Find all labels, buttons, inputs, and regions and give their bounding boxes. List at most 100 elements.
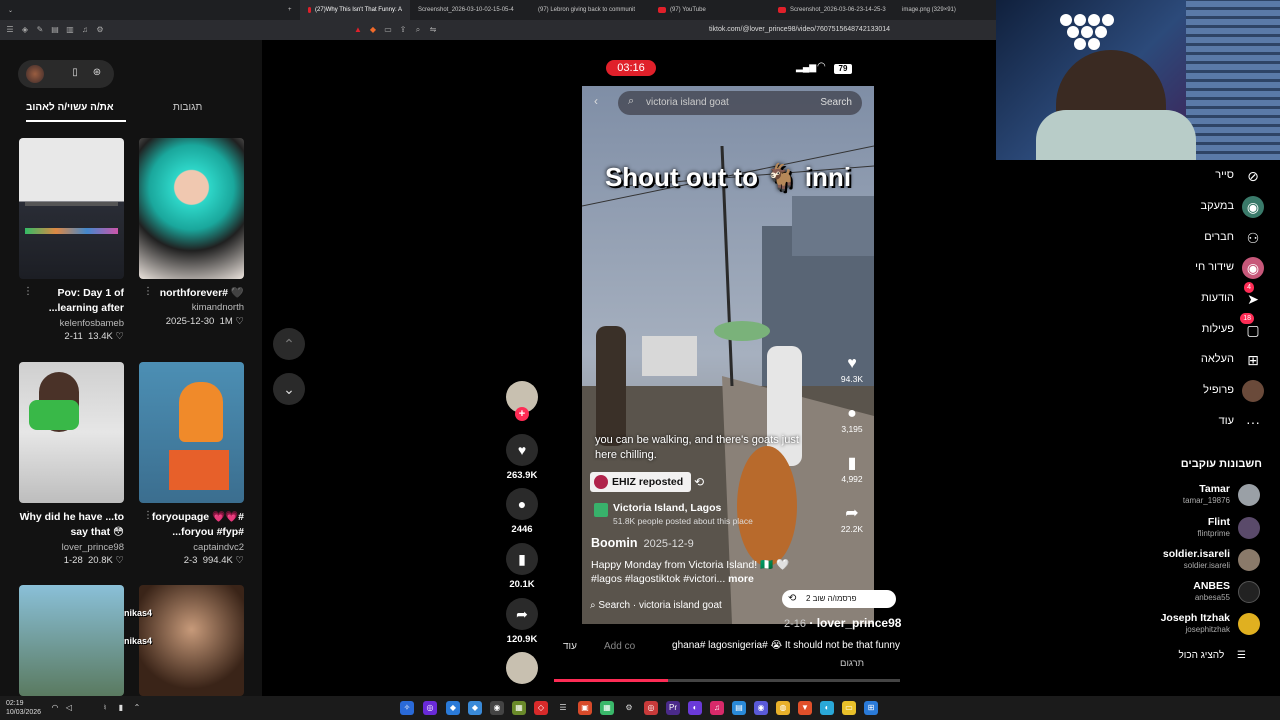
repost-badge[interactable]: EHIZ reposted <box>590 472 692 492</box>
following-account[interactable]: soldier.isareli soldier.isareli <box>1110 546 1260 574</box>
pinned-app-icon[interactable]: ✧ <box>400 701 414 715</box>
screenshot-icon[interactable]: ▭ <box>383 25 393 35</box>
pinned-app-icon[interactable]: ▼ <box>798 701 812 715</box>
video-author[interactable]: lover_prince98 <box>19 542 124 553</box>
pinned-app-icon[interactable]: ♫ <box>710 701 724 715</box>
pinned-app-icon[interactable]: ◆ <box>446 701 460 715</box>
video-like-action[interactable]: ♥ 94.3K <box>832 354 872 384</box>
previous-video-button[interactable]: ⌃ <box>273 328 305 360</box>
pinned-app-icon[interactable]: ⊞ <box>864 701 878 715</box>
video-search-bar[interactable]: ⌕ victoria island goat Search <box>618 91 862 115</box>
shield-icon[interactable]: ◈ <box>20 25 30 35</box>
settings-icon[interactable]: ⊛ <box>90 66 104 80</box>
pinned-app-icon[interactable]: ◇ <box>534 701 548 715</box>
post-author[interactable]: 2-16 · lover_prince98 <box>784 616 901 630</box>
video-card[interactable]: ⋮ Pov: Day 1 of ...learning after kelenf… <box>19 138 124 342</box>
more-link[interactable]: more <box>728 573 754 585</box>
pinned-app-icon[interactable]: ◐ <box>688 701 702 715</box>
comment-action[interactable]: ● 2446 <box>501 488 543 535</box>
video-thumbnail[interactable] <box>19 362 124 503</box>
author-name[interactable]: Boomin <box>591 536 638 550</box>
share-icon[interactable]: ➦ <box>832 504 872 524</box>
video-thumbnail[interactable] <box>139 362 244 503</box>
pinned-app-icon[interactable]: ▦ <box>600 701 614 715</box>
shared-by-pill[interactable]: ⟲ 2 פרסמו/ה שוב <box>782 590 896 608</box>
pinned-app-icon[interactable]: ◆ <box>468 701 482 715</box>
video-title[interactable]: Why did he have ...to say that 😳 <box>19 510 124 540</box>
following-account[interactable]: ANBES anbesa55 <box>1110 578 1260 606</box>
back-icon[interactable]: ‹ <box>594 94 598 108</box>
following-account[interactable]: Flint flintprime <box>1110 514 1260 542</box>
location-tag[interactable]: Victoria Island, Lagos 51.8K people post… <box>590 500 790 528</box>
next-video-button[interactable]: ⌄ <box>273 373 305 405</box>
browser-tab[interactable]: (97) Lebron giving back to communit <box>530 0 650 20</box>
bookmark-icon[interactable]: ▮ <box>832 454 872 474</box>
following-account[interactable]: Tamar tamar_19876 <box>1110 481 1260 509</box>
following-account[interactable]: Joseph Itzhak josephitzhak <box>1110 610 1260 638</box>
nav-explore[interactable]: סייר ⊘ <box>1124 165 1264 189</box>
pinned-app-icon[interactable]: ◎ <box>644 701 658 715</box>
share-icon[interactable]: ➦ <box>506 598 538 630</box>
video-title[interactable]: northforever# 🖤 <box>139 286 244 301</box>
browser-tab[interactable]: Screenshot_2026-03-06-23-14-25-3 <box>770 0 894 20</box>
reading-icon[interactable]: ▥ <box>65 25 75 35</box>
pinned-app-icon[interactable]: Pr <box>666 701 680 715</box>
alert-icon[interactable]: ▲ <box>353 25 363 35</box>
nav-more[interactable]: עוד ··· <box>1124 411 1264 435</box>
heart-icon[interactable]: ♥ <box>506 434 538 466</box>
search-query[interactable]: victoria island goat <box>646 97 729 108</box>
sidebar-icon[interactable]: ▤ <box>50 25 60 35</box>
menu-icon[interactable]: ☰ <box>5 25 15 35</box>
new-tab-button[interactable]: + <box>288 7 292 13</box>
comment-icon[interactable]: ● <box>506 488 538 520</box>
show-all-link[interactable]: להציג הכול ☰ <box>1178 650 1246 661</box>
nav-activity[interactable]: פעילות ▢ 18 <box>1124 313 1264 343</box>
nav-friends[interactable]: חברים ⚇ <box>1124 227 1264 251</box>
tab-comments[interactable]: תגובות <box>173 102 202 113</box>
save-action[interactable]: ▮ 20.1K <box>501 543 543 590</box>
video-author[interactable]: captaindvc2 <box>139 542 244 553</box>
video-progress-bar[interactable] <box>554 679 900 682</box>
nav-messages[interactable]: הודעות ➤ 4 <box>1124 282 1264 312</box>
browser-tab-active[interactable]: (27)Why This Isn't That Funny: A <box>300 0 410 20</box>
pinned-app-icon[interactable]: ⚙ <box>622 701 636 715</box>
brave-icon[interactable]: ◆ <box>368 25 378 35</box>
video-title[interactable]: foryoupage 💗💗# ...foryou #fyp# <box>139 510 244 540</box>
battery-icon[interactable]: ▮ <box>114 701 128 715</box>
username[interactable]: lover_prince98 <box>817 616 902 630</box>
video-thumbnail[interactable] <box>19 138 124 279</box>
pinned-app-icon[interactable]: ◍ <box>776 701 790 715</box>
follow-plus-icon[interactable]: + <box>515 407 529 421</box>
url-field[interactable]: tiktok.com/@lover_prince98/video/7607515… <box>709 26 890 33</box>
nav-live[interactable]: שידור חי ◉ <box>1124 257 1264 281</box>
heart-icon[interactable]: ♥ <box>832 354 872 374</box>
video-title[interactable]: Pov: Day 1 of ...learning after <box>19 286 124 316</box>
share-icon[interactable]: ⇪ <box>398 25 408 35</box>
nav-profile[interactable]: פרופיל <box>1124 380 1264 404</box>
creator-avatar[interactable]: + <box>501 381 543 421</box>
video-save-action[interactable]: ▮ 4,992 <box>832 454 872 484</box>
mic-icon[interactable]: ♮ <box>98 701 112 715</box>
video-author[interactable]: kelenfosbameb <box>19 318 124 329</box>
bookmark-icon[interactable]: ▮ <box>506 543 538 575</box>
video-card[interactable]: ⋮ Why did he have ...to say that 😳 lover… <box>19 362 124 566</box>
browser-tab[interactable]: image.png (329×91) <box>894 0 994 20</box>
video-share-action[interactable]: ➦ 22.2K <box>832 504 872 534</box>
video-author[interactable]: Boomin 2025-12-9 <box>591 536 694 550</box>
video-comment-action[interactable]: ● 3,195 <box>832 404 872 434</box>
related-search[interactable]: ⌕ Search · victoria island goat <box>590 600 722 611</box>
chevron-up-icon[interactable]: ⌃ <box>130 701 144 715</box>
device-icon[interactable]: ▯ <box>68 66 82 80</box>
pinned-app-icon[interactable]: ▦ <box>512 701 526 715</box>
nav-following[interactable]: במעקב ◉ <box>1124 196 1264 220</box>
tab-list-icon[interactable]: ⌄ <box>8 7 28 14</box>
puzzle-icon[interactable]: ⚙ <box>95 25 105 35</box>
pinned-app-icon[interactable]: ▤ <box>732 701 746 715</box>
nav-upload[interactable]: העלאה ⊞ <box>1124 349 1264 373</box>
video-thumbnail[interactable] <box>139 138 244 279</box>
pinned-app-icon[interactable]: ◉ <box>754 701 768 715</box>
translate-link[interactable]: תרגום <box>840 658 864 669</box>
account-pill[interactable]: ▯ ⊛ <box>18 60 114 88</box>
pinned-app-icon[interactable]: ▣ <box>578 701 592 715</box>
video-player[interactable]: ‹ ⌕ victoria island goat Search Shout ou… <box>582 86 874 624</box>
